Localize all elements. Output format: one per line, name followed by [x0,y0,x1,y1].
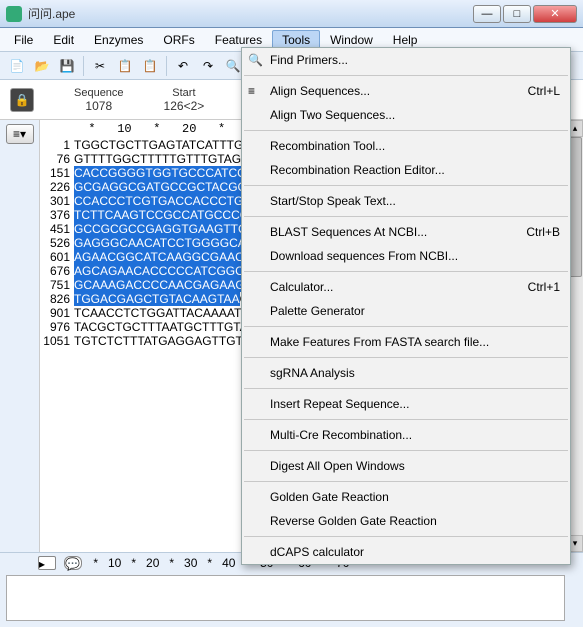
menu-item-make-features-from-fasta-search-file[interactable]: Make Features From FASTA search file... [242,330,570,354]
bottom-textarea[interactable] [6,575,565,621]
titlebar: 问问.ape — □ ✕ [0,0,583,28]
menu-item-label: Recombination Tool... [270,139,385,153]
menu-item-label: Insert Repeat Sequence... [270,397,409,411]
menu-separator [244,130,568,131]
line-number: 676 [40,264,74,278]
undo-icon[interactable]: ↶ [172,55,194,77]
menu-item-label: Start/Stop Speak Text... [270,194,396,208]
menu-item-sgrna-analysis[interactable]: sgRNA Analysis [242,361,570,385]
redo-icon[interactable]: ↷ [197,55,219,77]
menu-separator [244,481,568,482]
menu-item-label: Golden Gate Reaction [270,490,389,504]
menu-item-label: Calculator... [270,280,333,294]
close-button[interactable]: ✕ [533,5,577,23]
line-number: 526 [40,236,74,250]
line-number: 301 [40,194,74,208]
line-number: 976 [40,320,74,334]
line-number: 1 [40,138,74,152]
menu-item-label: sgRNA Analysis [270,366,355,380]
menu-shortcut: Ctrl+1 [528,280,560,294]
menu-item-label: Recombination Reaction Editor... [270,163,445,177]
menu-separator [244,216,568,217]
line-number: 376 [40,208,74,222]
menu-separator [244,536,568,537]
save-icon[interactable]: 💾 [56,55,78,77]
open-icon[interactable]: 📂 [31,55,53,77]
sequence-info: Sequence 1078 [74,87,124,113]
menu-separator [244,357,568,358]
menu-item-download-sequences-from-ncbi[interactable]: Download sequences From NCBI... [242,244,570,268]
menu-item-label: BLAST Sequences At NCBI... [270,225,427,239]
menu-separator [244,388,568,389]
menu-item-digest-all-open-windows[interactable]: Digest All Open Windows [242,454,570,478]
menu-item-insert-repeat-sequence[interactable]: Insert Repeat Sequence... [242,392,570,416]
lock-icon[interactable]: 🔒 [10,88,34,112]
window-title: 问问.ape [28,5,473,22]
menu-enzymes[interactable]: Enzymes [84,30,153,50]
comment-icon[interactable]: ▸ [38,556,56,570]
menu-item-label: Download sequences From NCBI... [270,249,458,263]
line-number: 1051 [40,334,74,348]
menu-item-recombination-reaction-editor[interactable]: Recombination Reaction Editor... [242,158,570,182]
cut-icon[interactable]: ✂ [89,55,111,77]
menu-item-reverse-golden-gate-reaction[interactable]: Reverse Golden Gate Reaction [242,509,570,533]
menu-item-start-stop-speak-text[interactable]: Start/Stop Speak Text... [242,189,570,213]
menu-item-calculator[interactable]: Calculator... Ctrl+1 [242,275,570,299]
menu-item-align-two-sequences[interactable]: Align Two Sequences... [242,103,570,127]
line-number: 226 [40,180,74,194]
tools-menu-dropdown: 🔍 Find Primers... ≡ Align Sequences... Ctrl+… [241,47,571,565]
line-number: 751 [40,278,74,292]
menu-separator [244,326,568,327]
menu-item-recombination-tool[interactable]: Recombination Tool... [242,134,570,158]
line-number: 451 [40,222,74,236]
menu-item-label: Palette Generator [270,304,365,318]
speech-icon[interactable]: 💬 [64,556,82,570]
menu-separator [244,75,568,76]
line-number: 601 [40,250,74,264]
paste-icon[interactable]: 📋 [139,55,161,77]
menu-item-palette-generator[interactable]: Palette Generator [242,299,570,323]
minimize-button[interactable]: — [473,5,501,23]
menu-item-dcaps-calculator[interactable]: dCAPS calculator [242,540,570,564]
menu-orfs[interactable]: ORFs [153,30,204,50]
menu-separator [244,185,568,186]
menu-item-label: Multi-Cre Recombination... [270,428,412,442]
menu-item-label: Align Two Sequences... [270,108,395,122]
menu-separator [244,271,568,272]
menu-item-label: Digest All Open Windows [270,459,405,473]
menu-item-label: Reverse Golden Gate Reaction [270,514,437,528]
menu-item-golden-gate-reaction[interactable]: Golden Gate Reaction [242,485,570,509]
menu-edit[interactable]: Edit [43,30,84,50]
menu-item-label: Find Primers... [270,53,348,67]
app-icon [6,6,22,22]
menu-item-label: Align Sequences... [270,84,370,98]
line-number: 901 [40,306,74,320]
menu-shortcut: Ctrl+L [528,84,560,98]
menu-item-multi-cre-recombination[interactable]: Multi-Cre Recombination... [242,423,570,447]
lines-icon: ≡ [248,84,262,98]
start-info: Start 126<2> [164,87,205,113]
line-number: 76 [40,152,74,166]
menu-item-label: dCAPS calculator [270,545,364,559]
menu-item-find-primers[interactable]: 🔍 Find Primers... [242,48,570,72]
menu-item-align-sequences[interactable]: ≡ Align Sequences... Ctrl+L [242,79,570,103]
menu-separator [244,450,568,451]
menu-shortcut: Ctrl+B [526,225,560,239]
maximize-button[interactable]: □ [503,5,531,23]
menu-item-label: Make Features From FASTA search file... [270,335,489,349]
layers-icon[interactable]: ≡▾ [6,124,34,144]
new-icon[interactable]: 📄 [6,55,28,77]
search-icon: 🔍 [248,53,262,67]
line-number: 826 [40,292,74,306]
menu-item-blast-sequences-at-ncbi[interactable]: BLAST Sequences At NCBI... Ctrl+B [242,220,570,244]
menu-file[interactable]: File [4,30,43,50]
copy-icon[interactable]: 📋 [114,55,136,77]
left-gutter: ≡▾ [0,120,40,552]
line-number: 151 [40,166,74,180]
menu-separator [244,419,568,420]
